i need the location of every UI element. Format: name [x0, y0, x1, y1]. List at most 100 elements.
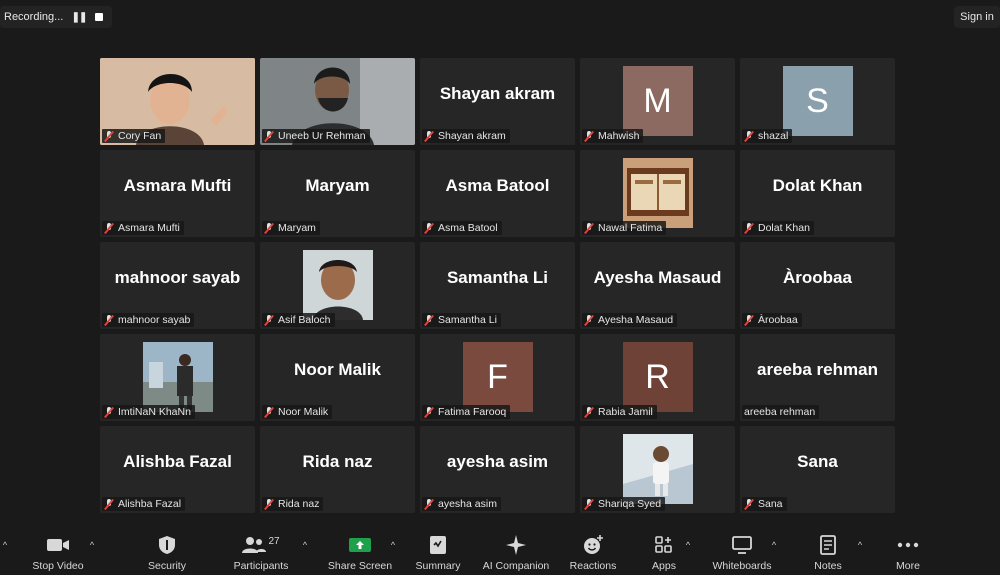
- muted-mic-icon: [424, 498, 434, 510]
- muted-mic-icon: [104, 222, 114, 234]
- people-icon: [242, 537, 267, 553]
- participant-name: Cory Fan: [118, 130, 162, 142]
- participant-name-tag: Sana: [742, 497, 787, 511]
- participant-display-name: Alishba Fazal: [123, 451, 232, 471]
- participant-name: Uneeb Ur Rehman: [278, 130, 366, 142]
- participant-tile[interactable]: ImtiNaN KhaNn: [100, 334, 255, 421]
- summary-label: Summary: [415, 560, 461, 572]
- participant-tile[interactable]: Asma Batool Asma Batool: [420, 150, 575, 237]
- apps-options-caret[interactable]: ^: [683, 540, 693, 550]
- notes-options-caret[interactable]: ^: [855, 540, 865, 550]
- whiteboards-button[interactable]: Whiteboards: [708, 534, 776, 574]
- participant-name: Fatima Farooq: [438, 406, 507, 418]
- participant-tile[interactable]: Rida naz Rida naz: [260, 426, 415, 513]
- security-button[interactable]: Security: [142, 534, 192, 574]
- participant-tile[interactable]: Ayesha Masaud Ayesha Masaud: [580, 242, 735, 329]
- muted-mic-icon: [584, 130, 594, 142]
- participant-tile[interactable]: Shariqa Syed: [580, 426, 735, 513]
- participant-name-tag: Fatima Farooq: [422, 405, 511, 419]
- participant-tile[interactable]: Asif Baloch: [260, 242, 415, 329]
- participant-name: Mahwish: [598, 130, 640, 142]
- notes-label: Notes: [814, 560, 842, 572]
- participant-tile[interactable]: M Mahwish: [580, 58, 735, 145]
- participant-name: Ayesha Masaud: [598, 314, 674, 326]
- participant-name: Shariqa Syed: [598, 498, 662, 510]
- profile-photo: [142, 342, 213, 412]
- muted-mic-icon: [744, 222, 754, 234]
- participant-tile[interactable]: Alishba Fazal Alishba Fazal: [100, 426, 255, 513]
- participant-tile[interactable]: areeba rehman areeba rehman: [740, 334, 895, 421]
- participant-tile[interactable]: Maryam Maryam: [260, 150, 415, 237]
- reactions-label: Reactions: [569, 560, 617, 572]
- participant-name: Alishba Fazal: [118, 498, 182, 510]
- participant-display-name: Samantha Li: [446, 267, 549, 287]
- participant-name-tag: Àroobaa: [742, 313, 802, 327]
- share-screen-button[interactable]: Share Screen: [326, 534, 394, 574]
- participant-name: mahnoor sayab: [118, 314, 191, 326]
- participant-tile[interactable]: Samantha Li Samantha Li: [420, 242, 575, 329]
- participant-tile[interactable]: R Rabia Jamil: [580, 334, 735, 421]
- ai-companion-button[interactable]: AI Companion: [478, 534, 554, 574]
- reactions-button[interactable]: Reactions: [566, 534, 620, 574]
- participant-tile[interactable]: Asmara Mufti Asmara Mufti: [100, 150, 255, 237]
- stop-icon: [95, 13, 103, 21]
- stop-recording-button[interactable]: [88, 13, 110, 21]
- recording-label: Recording...: [4, 11, 64, 23]
- participant-name: Rabia Jamil: [598, 406, 653, 418]
- participant-tile[interactable]: ayesha asim ayesha asim: [420, 426, 575, 513]
- participant-name-tag: areeba rehman: [742, 405, 820, 419]
- summary-button[interactable]: Summary: [410, 534, 466, 574]
- participant-name: Maryam: [278, 222, 316, 234]
- participant-name-tag: Ayesha Masaud: [582, 313, 678, 327]
- muted-mic-icon: [104, 498, 114, 510]
- share-options-caret[interactable]: ^: [388, 540, 398, 550]
- sparkle-icon: [505, 534, 527, 556]
- participant-name: Asma Batool: [438, 222, 498, 234]
- more-button[interactable]: More: [888, 534, 928, 574]
- shield-icon: [158, 534, 176, 556]
- participant-name-tag: Mahwish: [582, 129, 644, 143]
- audio-options-caret[interactable]: ^: [0, 540, 10, 550]
- participant-tile[interactable]: Sshazal: [740, 58, 895, 145]
- participant-tile[interactable]: Uneeb Ur Rehman: [260, 58, 415, 145]
- participant-name-tag: Alishba Fazal: [102, 497, 186, 511]
- participant-name: areeba rehman: [744, 406, 816, 418]
- muted-mic-icon: [744, 130, 754, 142]
- profile-photo: [302, 250, 373, 320]
- muted-mic-icon: [104, 314, 114, 326]
- summary-icon: [429, 534, 447, 556]
- participant-tile[interactable]: Shayan akram Shayan akram: [420, 58, 575, 145]
- participants-options-caret[interactable]: ^: [300, 540, 310, 550]
- notes-button[interactable]: Notes: [806, 534, 850, 574]
- participant-display-name: Maryam: [305, 175, 370, 195]
- participants-button[interactable]: 27 Participants: [228, 534, 294, 574]
- participant-tile[interactable]: Cory Fan: [100, 58, 255, 145]
- more-label: More: [896, 560, 920, 572]
- apps-button[interactable]: Apps: [645, 534, 683, 574]
- muted-mic-icon: [584, 498, 594, 510]
- security-label: Security: [148, 560, 186, 572]
- notes-icon: [819, 534, 837, 556]
- muted-mic-icon: [584, 406, 594, 418]
- participant-name-tag: Rabia Jamil: [582, 405, 657, 419]
- participant-tile[interactable]: Noor Malik Noor Malik: [260, 334, 415, 421]
- participant-display-name: Asma Batool: [445, 175, 550, 195]
- participant-tile[interactable]: mahnoor sayab mahnoor sayab: [100, 242, 255, 329]
- participant-name: Nawal Fatima: [598, 222, 663, 234]
- whiteboard-icon: [731, 534, 753, 556]
- participant-tile[interactable]: Dolat Khan Dolat Khan: [740, 150, 895, 237]
- participant-name-tag: Shariqa Syed: [582, 497, 666, 511]
- stop-video-button[interactable]: Stop Video: [28, 534, 88, 574]
- participant-display-name: areeba rehman: [757, 359, 878, 379]
- participant-display-name: Shayan akram: [439, 83, 556, 103]
- whiteboards-options-caret[interactable]: ^: [769, 540, 779, 550]
- participant-tile[interactable]: Àroobaa Àroobaa: [740, 242, 895, 329]
- participant-display-name: ayesha asim: [446, 451, 549, 471]
- participant-name: Asmara Mufti: [118, 222, 180, 234]
- participant-tile[interactable]: Sana Sana: [740, 426, 895, 513]
- video-options-caret[interactable]: ^: [87, 540, 97, 550]
- sign-in-button[interactable]: Sign in: [954, 6, 1000, 28]
- pause-recording-button[interactable]: ❚❚: [70, 12, 88, 23]
- participant-tile[interactable]: Nawal Fatima: [580, 150, 735, 237]
- participant-tile[interactable]: F Fatima Farooq: [420, 334, 575, 421]
